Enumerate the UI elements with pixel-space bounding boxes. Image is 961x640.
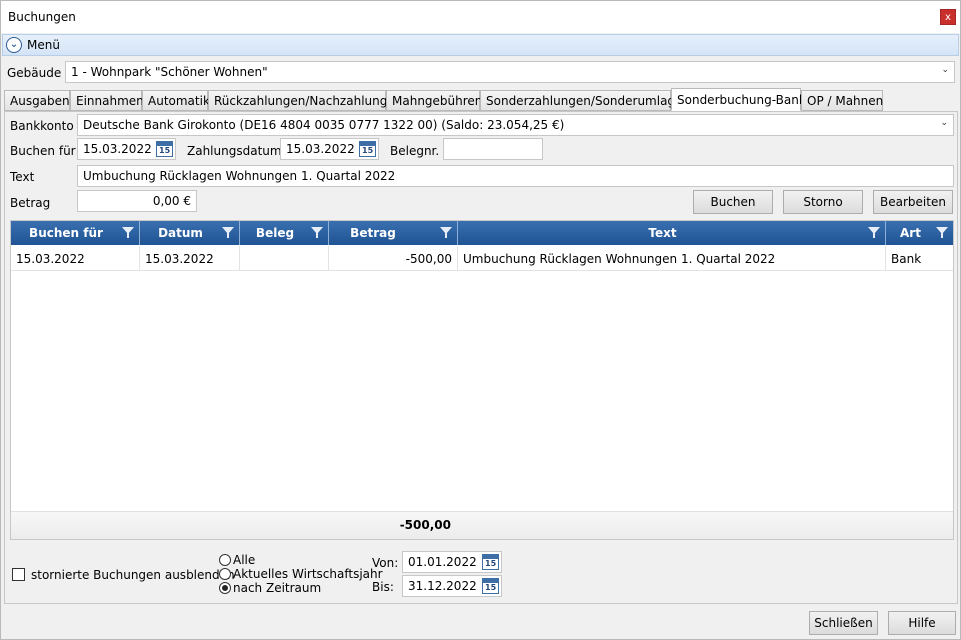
- building-value: 1 - Wohnpark "Schöner Wohnen": [71, 65, 268, 79]
- von-label: Von:: [372, 556, 399, 570]
- chevron-down-circle-icon: ⌄: [6, 37, 22, 53]
- zahlungsdatum-label: Zahlungsdatum: [187, 144, 282, 158]
- tab-sonderbuchung-bank[interactable]: Sonderbuchung-Bank: [671, 88, 806, 111]
- cell-datum: 15.03.2022: [140, 246, 240, 271]
- table-header: Buchen für Datum Beleg Betrag Text Art: [11, 221, 953, 245]
- tab-op-mahnen[interactable]: OP / Mahnen: [801, 90, 883, 111]
- calendar-day: 15: [159, 146, 171, 155]
- building-label: Gebäude: [7, 66, 62, 80]
- window-title: Buchungen: [8, 10, 76, 24]
- hide-storno-label: stornierte Buchungen ausblenden: [31, 568, 235, 582]
- betrag-field[interactable]: 0,00 €: [77, 190, 197, 212]
- column-label: Buchen für: [29, 226, 103, 240]
- radio-nach-zeitraum-label: nach Zeitraum: [233, 581, 322, 595]
- building-select[interactable]: 1 - Wohnpark "Schöner Wohnen" ⌄: [65, 61, 955, 83]
- cell-art: Bank: [891, 252, 922, 266]
- belegnr-label: Belegnr.: [390, 144, 440, 158]
- buchen-button[interactable]: Buchen: [693, 190, 773, 214]
- bookings-table: Buchen für Datum Beleg Betrag Text Art 1…: [10, 220, 954, 540]
- schliessen-button[interactable]: Schließen: [809, 611, 878, 635]
- text-field[interactable]: Umbuchung Rücklagen Wohnungen 1. Quartal…: [77, 165, 954, 187]
- bankkonto-value: Deutsche Bank Girokonto (DE16 4804 0035 …: [83, 118, 565, 132]
- radio-aktuelles-wirtschaftsjahr[interactable]: [219, 568, 231, 580]
- table-footer: -500,00: [11, 511, 953, 539]
- radio-nach-zeitraum[interactable]: [219, 582, 231, 594]
- cell-beleg: [240, 246, 329, 271]
- menu-label: Menü: [27, 38, 60, 52]
- zahlungsdatum-date-field[interactable]: 15.03.2022 15: [280, 138, 379, 160]
- column-label: Text: [648, 226, 677, 240]
- von-date-field[interactable]: 01.01.2022 15: [402, 551, 502, 573]
- filter-icon[interactable]: [440, 227, 452, 238]
- tab-sonderzahlungen[interactable]: Sonderzahlungen/Sonderumlagen: [480, 90, 690, 111]
- bis-label: Bis:: [372, 580, 394, 594]
- tab-mahngebuehren[interactable]: Mahngebühren: [386, 90, 482, 111]
- chevron-down-icon: ⌄: [941, 65, 949, 75]
- storno-button[interactable]: Storno: [783, 190, 863, 214]
- filter-icon[interactable]: [311, 227, 323, 238]
- bis-date-field[interactable]: 31.12.2022 15: [402, 575, 502, 597]
- filter-icon[interactable]: [122, 227, 134, 238]
- column-header-betrag[interactable]: Betrag: [329, 221, 458, 245]
- column-label: Datum: [158, 226, 203, 240]
- cell-buchen-fuer: 15.03.2022: [11, 246, 140, 271]
- radio-aktuelles-wirtschaftsjahr-label: Aktuelles Wirtschaftsjahr: [233, 567, 383, 581]
- tab-einnahmen[interactable]: Einnahmen: [70, 90, 144, 111]
- title-bar: Buchungen x: [1, 1, 960, 33]
- belegnr-field[interactable]: [443, 138, 543, 160]
- column-label: Art: [900, 226, 921, 240]
- betrag-label: Betrag: [10, 196, 51, 210]
- total-betrag: -500,00: [399, 518, 451, 532]
- bankkonto-select[interactable]: Deutsche Bank Girokonto (DE16 4804 0035 …: [77, 114, 954, 136]
- text-value: Umbuchung Rücklagen Wohnungen 1. Quartal…: [83, 169, 396, 183]
- tab-rueckzahlungen[interactable]: Rückzahlungen/Nachzahlungen: [208, 90, 402, 111]
- calendar-day: 15: [362, 146, 374, 155]
- column-header-buchen-fuer[interactable]: Buchen für: [11, 221, 140, 245]
- column-header-datum[interactable]: Datum: [140, 221, 240, 245]
- radio-alle-label: Alle: [233, 553, 256, 567]
- column-header-art[interactable]: Art: [886, 221, 953, 245]
- zahlungsdatum-value: 15.03.2022: [286, 142, 355, 156]
- hide-storno-checkbox[interactable]: [12, 568, 25, 581]
- calendar-icon[interactable]: 15: [359, 141, 376, 157]
- bearbeiten-button[interactable]: Bearbeiten: [873, 190, 953, 214]
- tab-automatik[interactable]: Automatik: [142, 90, 210, 111]
- calendar-icon[interactable]: 15: [482, 554, 499, 570]
- column-label: Beleg: [255, 226, 295, 240]
- hilfe-button[interactable]: Hilfe: [888, 611, 956, 635]
- bankkonto-label: Bankkonto: [10, 119, 74, 133]
- filter-icon[interactable]: [222, 227, 234, 238]
- radio-alle[interactable]: [219, 554, 231, 566]
- calendar-icon[interactable]: 15: [482, 578, 499, 594]
- bis-value: 31.12.2022: [408, 579, 477, 593]
- filter-icon[interactable]: [936, 227, 948, 238]
- filter-icon[interactable]: [868, 227, 880, 238]
- chevron-down-icon: ⌄: [940, 118, 948, 128]
- tab-ausgaben[interactable]: Ausgaben: [4, 90, 70, 111]
- table-row[interactable]: 15.03.2022 15.03.2022 -500,00 Umbuchung …: [11, 246, 953, 271]
- buchen-fuer-value: 15.03.2022: [83, 142, 152, 156]
- text-label: Text: [10, 170, 35, 184]
- bookings-window: Buchungen x ⌄ Menü Gebäude 1 - Wohnpark …: [0, 0, 961, 640]
- cell-text: Umbuchung Rücklagen Wohnungen 1. Quartal…: [458, 246, 886, 271]
- column-header-beleg[interactable]: Beleg: [240, 221, 329, 245]
- column-header-text[interactable]: Text: [458, 221, 886, 245]
- calendar-day: 15: [485, 559, 497, 568]
- calendar-icon[interactable]: 15: [156, 141, 173, 157]
- menu-bar[interactable]: ⌄ Menü: [2, 34, 959, 56]
- close-button[interactable]: x: [940, 9, 956, 25]
- buchen-fuer-date-field[interactable]: 15.03.2022 15: [77, 138, 176, 160]
- buchen-fuer-label: Buchen für: [10, 144, 76, 158]
- von-value: 01.01.2022: [408, 555, 477, 569]
- cell-betrag: -500,00: [329, 246, 458, 271]
- calendar-day: 15: [485, 583, 497, 592]
- betrag-value: 0,00 €: [152, 194, 191, 208]
- column-label: Betrag: [350, 226, 396, 240]
